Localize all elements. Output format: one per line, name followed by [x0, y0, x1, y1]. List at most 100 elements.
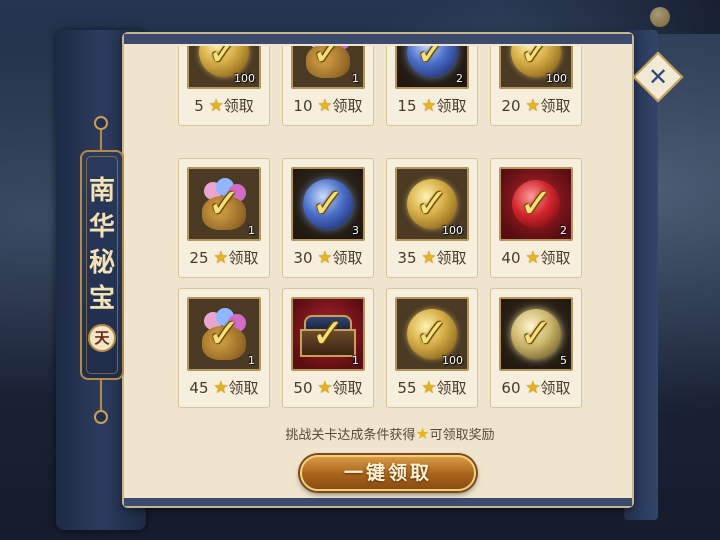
item-quantity: 1	[248, 224, 255, 237]
claim-text: 领取	[332, 379, 363, 397]
star-threshold: 40	[501, 249, 521, 267]
top-resource-bar	[500, 0, 720, 34]
star-threshold: 45	[189, 379, 209, 397]
star-threshold: 55	[397, 379, 417, 397]
star-threshold: 30	[293, 249, 313, 267]
claim-all-button[interactable]: 一键领取	[300, 455, 476, 491]
star-threshold: 15	[397, 97, 417, 115]
star-icon: ★	[317, 378, 333, 398]
star-icon: ★	[525, 378, 541, 398]
event-title-plate: 南 华 秘 宝 天	[80, 150, 124, 380]
star-icon: ★	[213, 378, 229, 398]
star-icon: ★	[213, 248, 229, 268]
item-quantity: 100	[546, 72, 567, 85]
claimed-check-icon: ✓	[207, 181, 241, 227]
star-icon: ★	[317, 96, 333, 116]
tier-badge: 天	[88, 324, 116, 352]
claim-text: 领取	[228, 249, 259, 267]
item-quantity: 1	[352, 72, 359, 85]
star-icon: ★	[421, 96, 437, 116]
panel-top-edge	[124, 34, 632, 44]
claim-label: 20 ★领取	[491, 95, 581, 116]
reward-item-frame[interactable]: ✓ 2	[395, 46, 469, 89]
reward-cell[interactable]: ✓ 5 60 ★领取	[490, 288, 582, 408]
currency-icon	[650, 7, 670, 27]
claimed-check-icon: ✓	[311, 311, 345, 357]
claim-text: 领取	[540, 379, 571, 397]
reward-item-frame[interactable]: ✓ 100	[395, 297, 469, 371]
banner-knob-bottom	[94, 410, 108, 424]
star-threshold: 60	[501, 379, 521, 397]
claimed-check-icon: ✓	[415, 46, 449, 75]
reward-cell[interactable]: ✓ 2 15 ★领取	[386, 46, 478, 126]
claim-text: 领取	[540, 249, 571, 267]
star-icon: ★	[317, 248, 333, 268]
item-quantity: 100	[234, 72, 255, 85]
banner-knob-top	[94, 116, 108, 130]
claim-text: 领取	[436, 249, 467, 267]
reward-item-frame[interactable]: ✓ 1	[291, 46, 365, 89]
hint-text-after: 可领取奖励	[429, 428, 495, 443]
star-threshold: 20	[501, 97, 521, 115]
item-quantity: 100	[442, 354, 463, 367]
reward-cell[interactable]: ✓ 100 5 ★领取	[178, 46, 270, 126]
reward-cell[interactable]: ✓ 1 10 ★领取	[282, 46, 374, 126]
reward-item-frame[interactable]: ✓ 1	[187, 297, 261, 371]
reward-item-frame[interactable]: ✓ 1	[291, 297, 365, 371]
claim-label: 15 ★领取	[387, 95, 477, 116]
title-char-4: 宝	[88, 284, 115, 314]
reward-item-frame[interactable]: ✓ 100	[187, 46, 261, 89]
title-char-2: 华	[88, 212, 115, 242]
reward-cell[interactable]: ✓ 100 55 ★领取	[386, 288, 478, 408]
claim-text: 领取	[223, 97, 254, 115]
claim-text: 领取	[228, 379, 259, 397]
reward-cell[interactable]: ✓ 1 45 ★领取	[178, 288, 270, 408]
star-threshold: 50	[293, 379, 313, 397]
reward-item-frame[interactable]: ✓ 5	[499, 297, 573, 371]
star-threshold: 5	[194, 97, 204, 115]
hint-text-before: 挑战关卡达成条件获得	[285, 428, 416, 443]
reward-cell[interactable]: ✓ 1 50 ★领取	[282, 288, 374, 408]
reward-item-frame[interactable]: ✓ 1	[187, 167, 261, 241]
reward-cell[interactable]: ✓ 2 40 ★领取	[490, 158, 582, 278]
claim-label: 60 ★领取	[491, 377, 581, 398]
claim-label: 45 ★领取	[179, 377, 269, 398]
claim-label: 35 ★领取	[387, 247, 477, 268]
star-icon: ★	[421, 248, 437, 268]
star-icon: ★	[525, 96, 541, 116]
claim-label: 25 ★领取	[179, 247, 269, 268]
claimed-check-icon: ✓	[519, 311, 553, 357]
claim-hint: 挑战关卡达成条件获得★可领取奖励	[210, 424, 570, 443]
claimed-check-icon: ✓	[415, 181, 449, 227]
reward-item-frame[interactable]: ✓ 100	[395, 167, 469, 241]
item-quantity: 2	[560, 224, 567, 237]
star-threshold: 10	[293, 97, 313, 115]
claim-text: 领取	[436, 379, 467, 397]
title-char-3: 秘	[88, 248, 115, 278]
claim-text: 领取	[332, 249, 363, 267]
reward-cell[interactable]: ✓ 3 30 ★领取	[282, 158, 374, 278]
item-quantity: 5	[560, 354, 567, 367]
claim-label: 50 ★领取	[283, 377, 373, 398]
item-quantity: 1	[352, 354, 359, 367]
reward-item-frame[interactable]: ✓ 2	[499, 167, 573, 241]
reward-grid[interactable]: ✓ 100 5 ★领取 ✓ 1 10 ★领取 ✓ 2 15 ★领取 ✓ 100 20 ★领取 ✓ 1 25 …	[176, 46, 594, 412]
reward-cell[interactable]: ✓ 100 20 ★领取	[490, 46, 582, 126]
claim-label: 10 ★领取	[283, 95, 373, 116]
item-quantity: 100	[442, 224, 463, 237]
item-quantity: 1	[248, 354, 255, 367]
reward-item-frame[interactable]: ✓ 3	[291, 167, 365, 241]
panel-bottom-edge	[124, 498, 632, 506]
star-icon: ★	[525, 248, 541, 268]
reward-item-frame[interactable]: ✓ 100	[499, 46, 573, 89]
star-threshold: 25	[189, 249, 209, 267]
star-icon: ★	[208, 96, 224, 116]
reward-cell[interactable]: ✓ 100 35 ★领取	[386, 158, 478, 278]
claim-label: 30 ★领取	[283, 247, 373, 268]
claimed-check-icon: ✓	[207, 311, 241, 357]
claimed-check-icon: ✓	[311, 46, 345, 75]
claimed-check-icon: ✓	[207, 46, 241, 75]
reward-cell[interactable]: ✓ 1 25 ★领取	[178, 158, 270, 278]
star-icon: ★	[421, 378, 437, 398]
item-quantity: 3	[352, 224, 359, 237]
